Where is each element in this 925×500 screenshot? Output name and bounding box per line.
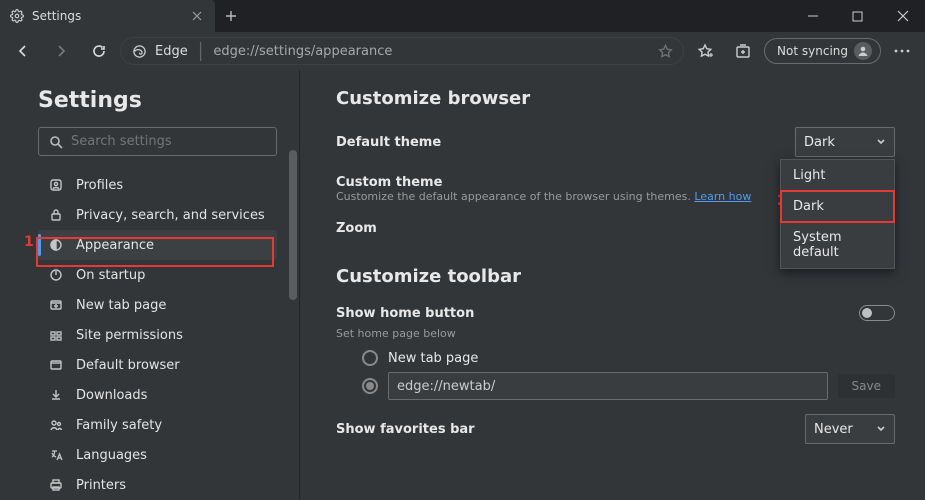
radio-newtab-label: New tab page [388,351,478,366]
favorites-button[interactable] [688,36,722,66]
sidebar-item-label: On startup [76,268,145,283]
default-theme-label: Default theme [336,135,441,150]
maximize-button[interactable] [835,0,880,32]
sidebar-item-profiles[interactable]: Profiles [38,170,277,200]
sidebar-item-family[interactable]: Family safety [38,410,277,440]
more-menu-button[interactable] [885,36,919,66]
sidebar-item-downloads[interactable]: Downloads [38,380,277,410]
sidebar-item-label: Site permissions [76,328,183,343]
chevron-down-icon [876,424,886,434]
theme-option-light[interactable]: Light [781,160,894,191]
address-url: edge://settings/appearance [213,44,650,59]
settings-heading: Settings [38,88,277,113]
newtab-icon [48,297,64,313]
power-icon [48,267,64,283]
default-theme-select[interactable]: Dark [795,127,895,157]
zoom-label: Zoom [336,221,377,236]
theme-dropdown: Light Dark System default [780,159,895,269]
new-tab-button[interactable] [215,0,247,32]
sidebar-item-newtab[interactable]: New tab page [38,290,277,320]
sync-label: Not syncing [777,44,848,58]
sidebar-item-label: Printers [76,478,126,493]
favorites-bar-value: Never [814,422,853,437]
chevron-down-icon [876,137,886,147]
search-icon [49,135,63,149]
permissions-icon [48,327,64,343]
callout-box-1 [36,237,274,267]
show-home-toggle[interactable] [859,305,895,321]
settings-search[interactable] [38,127,277,156]
edge-logo-icon [131,43,147,59]
titlebar: Settings [0,0,925,32]
language-icon [48,447,64,463]
favorites-bar-label: Show favorites bar [336,422,475,437]
tab-title: Settings [32,9,181,23]
theme-option-dark[interactable]: Dark [781,191,894,222]
custom-theme-desc-text: Customize the default appearance of the … [336,190,691,203]
back-button[interactable] [6,36,40,66]
gear-icon [10,9,24,23]
refresh-button[interactable] [82,36,116,66]
address-bar[interactable]: Edge │ edge://settings/appearance [120,37,684,65]
theme-option-system[interactable]: System default [781,222,894,268]
sidebar-item-printers[interactable]: Printers [38,470,277,500]
radio-icon [362,350,378,366]
search-input[interactable] [71,134,266,149]
printer-icon [48,477,64,493]
forward-button[interactable] [44,36,78,66]
sidebar-scrollbar[interactable] [289,150,297,300]
profile-sync-pill[interactable]: Not syncing [764,38,881,64]
favorites-bar-select[interactable]: Never [805,414,895,444]
sidebar-item-label: New tab page [76,298,166,313]
radio-icon-selected [362,378,378,394]
home-radio-newtab[interactable]: New tab page [362,350,895,366]
sidebar-item-languages[interactable]: Languages [38,440,277,470]
sidebar-item-label: Downloads [76,388,147,403]
home-url-field[interactable]: edge://newtab/ [388,372,828,400]
sidebar-item-label: Family safety [76,418,162,433]
close-tab-icon[interactable] [189,8,205,24]
sidebar-item-site-permissions[interactable]: Site permissions [38,320,277,350]
favorite-star-icon[interactable] [658,44,673,59]
sidebar-item-default-browser[interactable]: Default browser [38,350,277,380]
sidebar-item-privacy[interactable]: Privacy, search, and services [38,200,277,230]
window-controls [790,0,925,32]
sidebar-item-label: Profiles [76,178,123,193]
avatar-icon [854,42,872,60]
profile-icon [48,177,64,193]
section-customize-browser: Customize browser [336,88,895,109]
browser-tab[interactable]: Settings [0,0,215,32]
family-icon [48,417,64,433]
settings-main: Customize browser Default theme Dark Lig… [300,70,925,500]
sidebar-item-label: Privacy, search, and services [76,208,265,223]
default-theme-value: Dark [804,135,835,150]
toolbar: Edge │ edge://settings/appearance Not sy… [0,32,925,70]
sidebar-item-label: Default browser [76,358,180,373]
content-area: Settings Profiles Privacy, search, and s… [0,70,925,500]
learn-how-link[interactable]: Learn how [694,190,751,203]
minimize-button[interactable] [790,0,835,32]
collections-button[interactable] [726,36,760,66]
settings-sidebar: Settings Profiles Privacy, search, and s… [0,70,300,500]
home-radio-custom[interactable]: edge://newtab/ Save [362,372,895,400]
save-home-button[interactable]: Save [838,374,895,398]
address-brand: Edge [155,44,188,59]
section-customize-toolbar: Customize toolbar [336,266,895,287]
address-separator: │ [196,42,206,61]
callout-label-1: 1 [24,234,34,250]
show-home-label: Show home button [336,306,474,321]
sidebar-item-label: Languages [76,448,147,463]
lock-icon [48,207,64,223]
close-window-button[interactable] [880,0,925,32]
show-home-sublabel: Set home page below [336,327,895,340]
download-icon [48,387,64,403]
home-url-value: edge://newtab/ [397,379,495,394]
browser-icon [48,357,64,373]
